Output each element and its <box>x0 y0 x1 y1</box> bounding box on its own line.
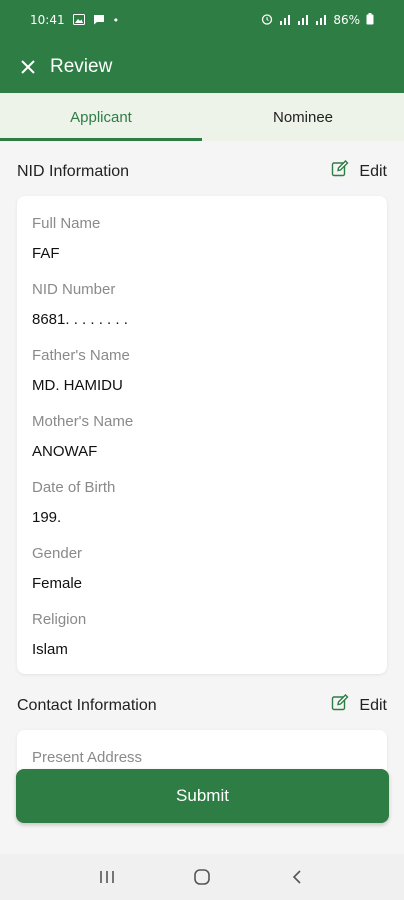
system-nav-bar <box>0 854 404 900</box>
edit-icon <box>331 160 349 183</box>
submit-button[interactable]: Submit <box>16 769 389 823</box>
field-label: Date of Birth <box>32 478 116 496</box>
contact-section-title: Contact Information <box>17 696 157 714</box>
nid-section-title: NID Information <box>17 162 130 180</box>
page-title: Review <box>50 55 113 77</box>
field-value: Islam <box>32 640 68 658</box>
contact-edit-button[interactable]: Edit <box>331 694 387 717</box>
field-present-address: Present Address <box>32 742 372 772</box>
field-gender: Gender Female <box>32 538 372 598</box>
edit-icon <box>331 694 349 717</box>
nid-section-header: NID Information Edit <box>17 160 387 183</box>
tab-applicant[interactable]: Applicant <box>0 93 202 141</box>
signal-icon <box>315 14 327 27</box>
field-mothers-name: Mother's Name ANOWAF <box>32 406 372 466</box>
field-full-name: Full Name FAF <box>32 208 372 268</box>
nid-card: Full Name FAF NID Number 8681. . . . . .… <box>17 196 387 674</box>
field-religion: Religion Islam <box>32 604 372 664</box>
tab-nominee[interactable]: Nominee <box>202 93 404 141</box>
close-icon[interactable] <box>16 55 40 79</box>
contact-section-header: Contact Information Edit <box>17 694 387 717</box>
field-date-of-birth: Date of Birth 199. <box>32 472 372 532</box>
status-time: 10:41 <box>30 13 65 27</box>
signal-icon <box>297 14 309 27</box>
field-value: 8681. . . . . . . . <box>32 310 128 328</box>
field-label: Father's Name <box>32 346 130 364</box>
field-value: Female <box>32 574 83 592</box>
battery-icon <box>366 13 374 27</box>
nid-edit-label: Edit <box>359 162 387 180</box>
signal-icon <box>279 14 291 27</box>
field-value: 199. <box>32 508 62 526</box>
nid-edit-button[interactable]: Edit <box>331 160 387 183</box>
field-label: Religion <box>32 610 87 628</box>
field-value: MD. HAMIDU <box>32 376 123 394</box>
recent-apps-icon[interactable] <box>87 862 127 892</box>
field-value: ANOWAF <box>32 442 98 460</box>
status-bar: 10:41 • 86% <box>0 0 404 40</box>
home-icon[interactable] <box>182 862 222 892</box>
contact-edit-label: Edit <box>359 696 387 714</box>
field-value: FAF <box>32 244 60 262</box>
battery-percent: 86% <box>333 13 360 27</box>
dot-icon: • <box>112 13 120 27</box>
field-fathers-name: Father's Name MD. HAMIDU <box>32 340 372 400</box>
field-label: NID Number <box>32 280 116 298</box>
photo-icon <box>72 13 85 27</box>
app-bar: Review <box>0 40 404 93</box>
field-label: Gender <box>32 544 83 562</box>
alarm-icon <box>261 13 273 27</box>
field-label: Full Name <box>32 214 101 232</box>
tab-bar: Applicant Nominee <box>0 93 404 141</box>
field-nid-number: NID Number 8681. . . . . . . . <box>32 274 372 334</box>
field-label: Present Address <box>32 748 143 766</box>
back-icon[interactable] <box>277 862 317 892</box>
message-icon <box>93 14 105 27</box>
field-label: Mother's Name <box>32 412 134 430</box>
